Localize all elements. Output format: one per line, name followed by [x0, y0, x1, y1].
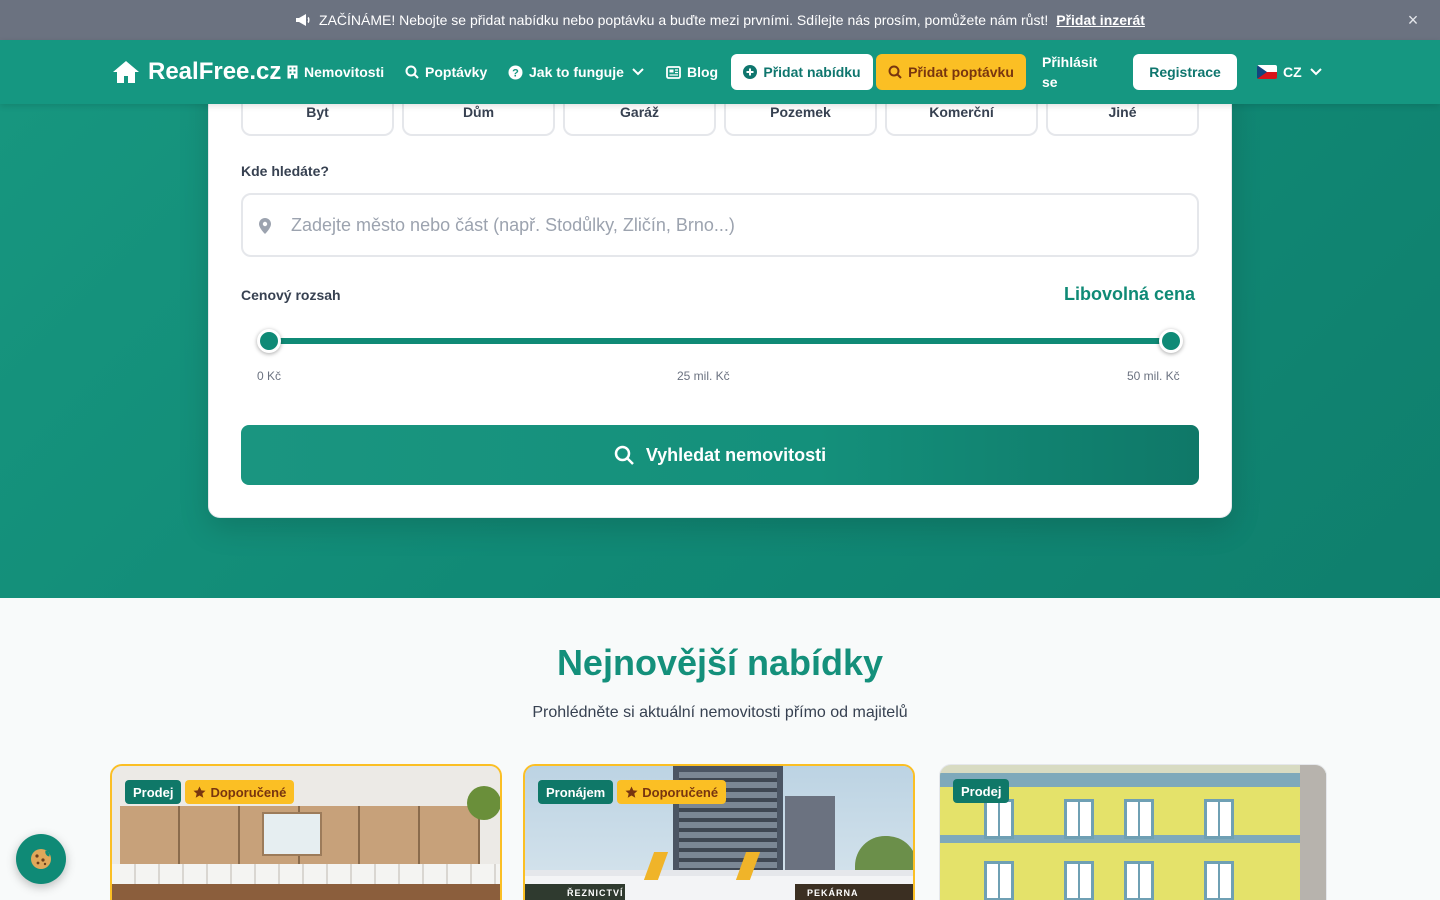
- czech-flag-icon: [1257, 65, 1277, 79]
- search-button-label: Vyhledat nemovitosti: [645, 444, 827, 465]
- chevron-down-icon: [1309, 68, 1322, 76]
- location-label: Kde hledáte?: [241, 163, 329, 179]
- svg-text:?: ?: [512, 67, 519, 79]
- location-input[interactable]: [291, 195, 1181, 255]
- login-link[interactable]: Přihlásit se: [1042, 52, 1112, 92]
- nav-blog[interactable]: Blog: [666, 40, 718, 104]
- add-listing-link[interactable]: Přidat inzerát: [1056, 12, 1145, 28]
- newspaper-icon: [666, 65, 681, 79]
- announcement-bar: ZAČÍNÁME! Nebojte se přidat nabídku nebo…: [0, 0, 1440, 40]
- nav-how-it-works[interactable]: ? Jak to funguje: [508, 40, 644, 104]
- price-tick-mid: 25 mil. Kč: [677, 369, 730, 383]
- search-icon: [405, 65, 419, 79]
- section-title: Nejnovější nabídky: [556, 642, 884, 683]
- main-header: RealFree.cz Nemovitosti Poptávky ? Jak t…: [0, 40, 1440, 104]
- nav-properties[interactable]: Nemovitosti: [287, 40, 384, 104]
- brand-name: RealFree.cz: [148, 58, 282, 85]
- nav-demands[interactable]: Poptávky: [405, 40, 487, 104]
- listing-type-badge: Prodej: [953, 779, 1010, 803]
- price-slider-max-handle[interactable]: [1159, 329, 1183, 353]
- listing-card[interactable]: Prodej Doporučené: [110, 764, 502, 900]
- chevron-down-icon: [632, 68, 644, 76]
- price-range-value: Libovolná cena: [1063, 284, 1195, 304]
- listing-card[interactable]: ŘEZNICTVÍ PEKÁRNA Pronájem Doporučené: [523, 764, 915, 900]
- question-circle-icon: ?: [508, 65, 523, 79]
- price-slider-min-handle[interactable]: [257, 329, 281, 353]
- brand-logo[interactable]: RealFree.cz: [112, 56, 281, 88]
- section-subtitle: Prohlédněte si aktuální nemovitosti přím…: [532, 704, 908, 721]
- listing-type-badge: Pronájem: [538, 780, 614, 804]
- nav-how-label: Jak to funguje: [529, 64, 624, 80]
- search-properties-button[interactable]: Vyhledat nemovitosti: [241, 425, 1199, 485]
- price-tick-min: 0 Kč: [257, 369, 282, 383]
- price-slider-track[interactable]: [269, 338, 1171, 344]
- shop-sign-left: ŘEZNICTVÍ: [567, 888, 624, 898]
- star-icon: [193, 786, 206, 798]
- announcement-text: ZAČÍNÁME! Nebojte se přidat nabídku nebo…: [319, 12, 1049, 28]
- nav-demands-label: Poptávky: [425, 64, 488, 80]
- cookie-icon: [31, 849, 51, 869]
- add-demand-label: Přidat poptávku: [908, 64, 1014, 80]
- megaphone-icon: [295, 13, 311, 27]
- language-label: CZ: [1283, 64, 1302, 80]
- cookie-settings-button[interactable]: [16, 834, 66, 884]
- home-icon: [113, 61, 139, 83]
- location-field[interactable]: [241, 193, 1199, 257]
- add-offer-label: Přidat nabídku: [763, 64, 861, 80]
- featured-badge-label: Doporučené: [642, 784, 719, 800]
- map-pin-icon: [259, 218, 271, 234]
- shop-sign-right: PEKÁRNA: [807, 888, 859, 898]
- listing-card[interactable]: Prodej: [939, 764, 1327, 900]
- plus-circle-icon: [743, 65, 758, 79]
- register-button[interactable]: Registrace: [1133, 54, 1237, 90]
- featured-badge: Doporučené: [185, 780, 295, 804]
- close-announcement-button[interactable]: ×: [1404, 10, 1422, 30]
- language-selector[interactable]: CZ: [1257, 62, 1322, 82]
- building-icon: [287, 65, 298, 79]
- star-icon: [625, 786, 638, 798]
- nav-properties-label: Nemovitosti: [304, 64, 385, 80]
- listing-type-badge: Prodej: [125, 780, 182, 804]
- search-icon: [614, 445, 634, 465]
- price-range-label: Cenový rozsah: [241, 287, 341, 303]
- featured-badge-label: Doporučené: [210, 784, 287, 800]
- add-demand-button[interactable]: Přidat poptávku: [876, 54, 1026, 90]
- search-icon: [888, 65, 902, 79]
- featured-badge: Doporučené: [617, 780, 727, 804]
- nav-blog-label: Blog: [687, 64, 719, 80]
- add-offer-button[interactable]: Přidat nabídku: [731, 54, 873, 90]
- price-tick-max: 50 mil. Kč: [1127, 369, 1180, 383]
